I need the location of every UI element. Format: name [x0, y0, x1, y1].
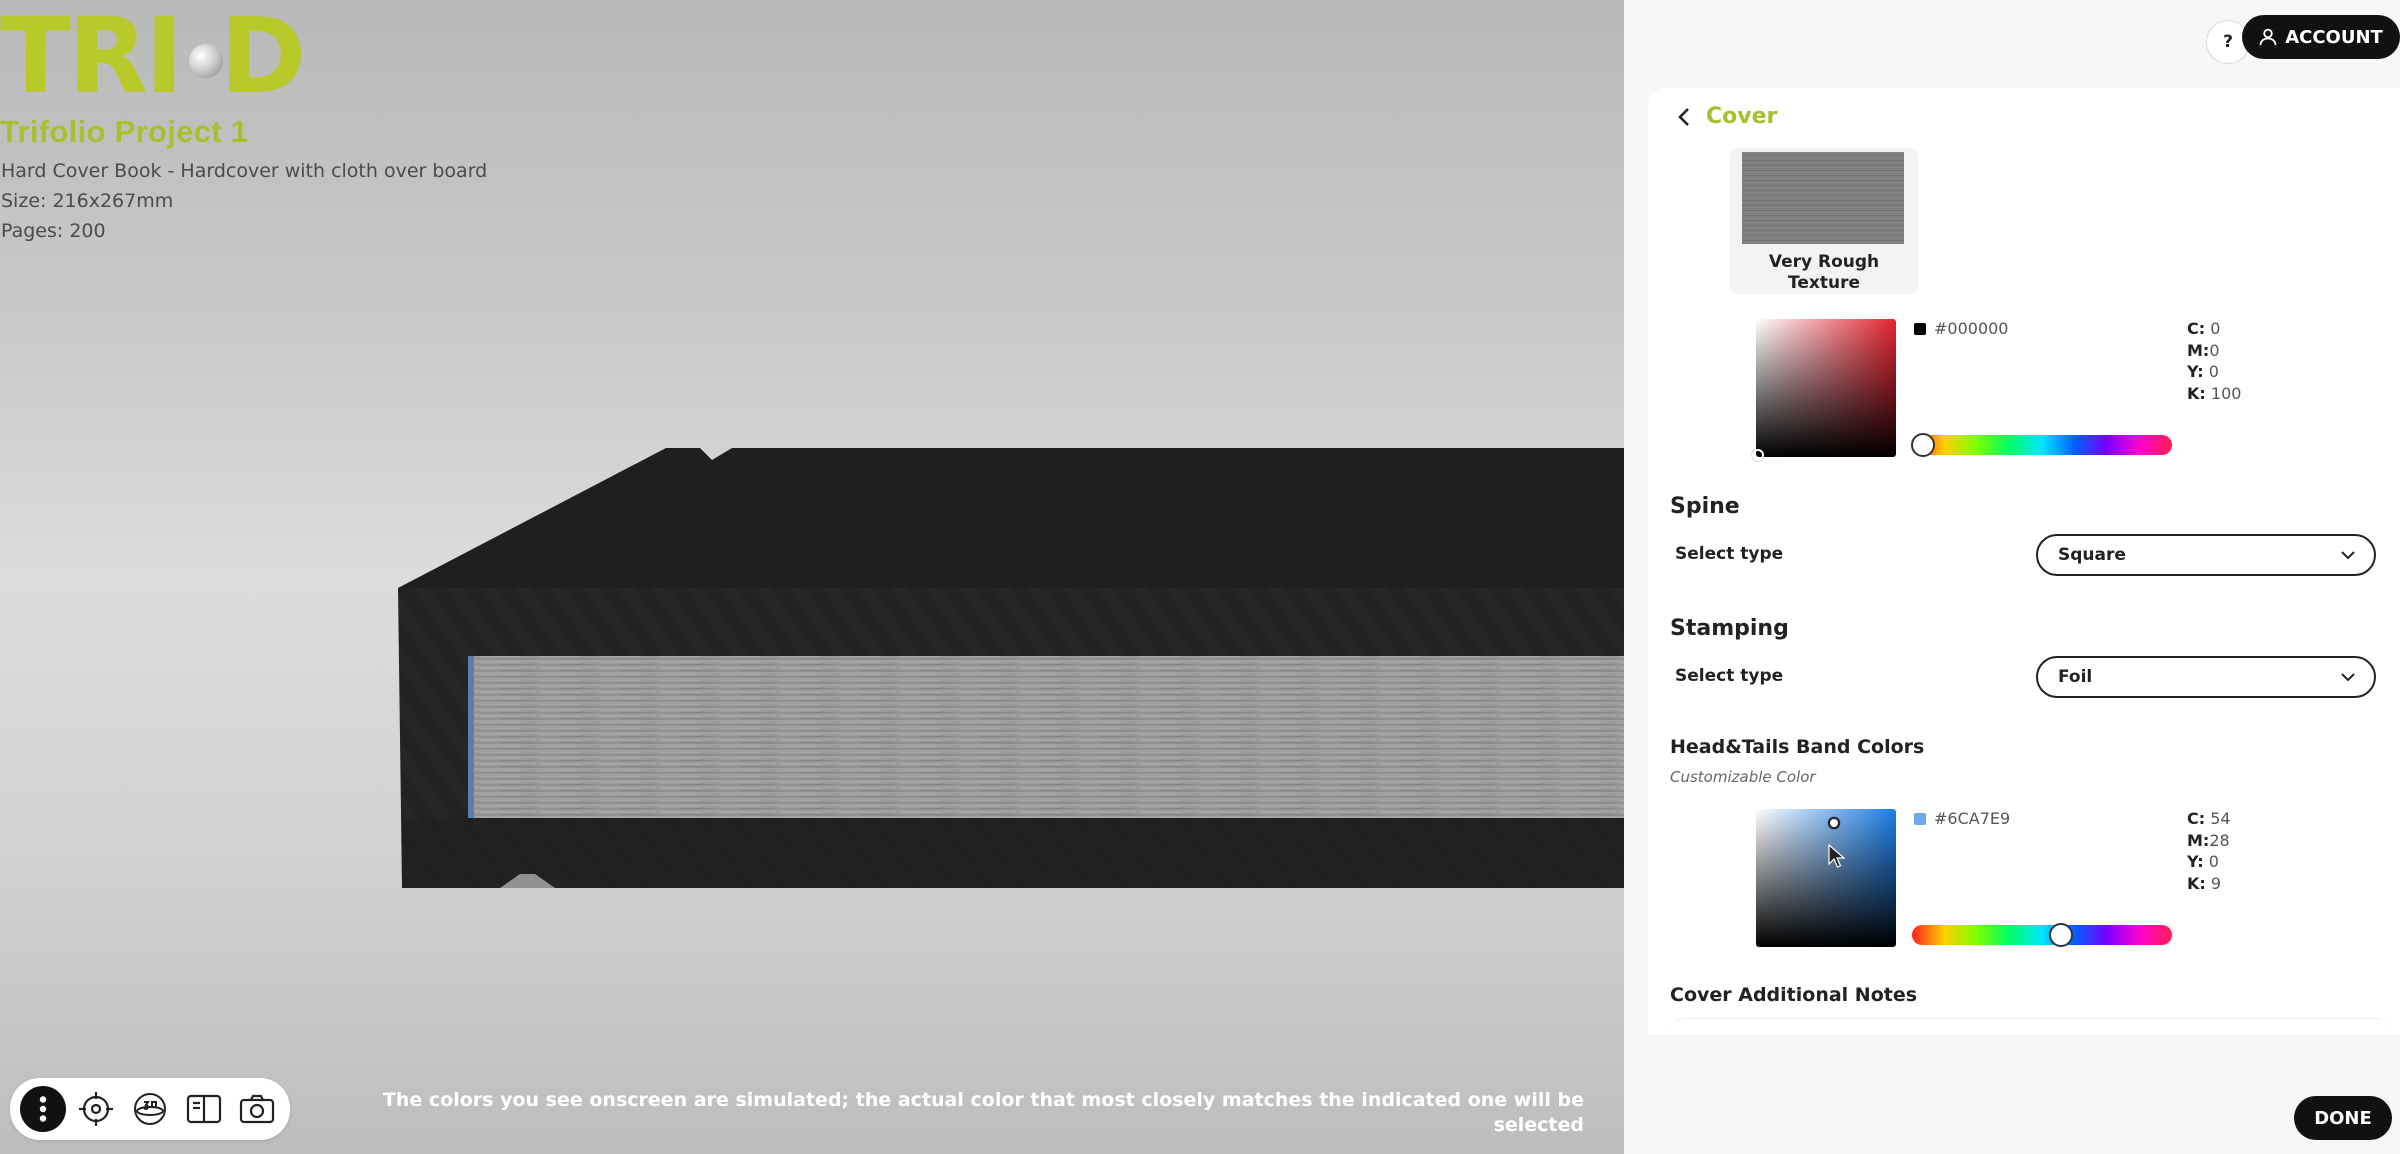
spine-select-value: Square: [2058, 545, 2126, 565]
book-bottom-board: [402, 818, 1624, 888]
band-k-label: K:: [2187, 873, 2206, 893]
book-page-block: [470, 656, 1624, 818]
texture-swatch: [1742, 152, 1904, 244]
band-y-value: 0: [2208, 852, 2219, 871]
band-color-chip: [1914, 812, 1926, 825]
head-tails-heading: Head&Tails Band Colors: [1670, 736, 1925, 758]
back-to-cover[interactable]: Cover: [1678, 104, 1777, 129]
head-tails-note: Customizable Color: [1670, 768, 1816, 786]
texture-option-card[interactable]: Very Rough Texture: [1730, 148, 1918, 294]
band-hue-slider[interactable]: [1912, 923, 2172, 947]
tri-d-logo: TRI D: [0, 0, 330, 117]
open-book-icon: [186, 1094, 221, 1124]
menu-button[interactable]: [20, 1086, 66, 1132]
viewer-toolbar: [10, 1078, 290, 1140]
done-button[interactable]: DONE: [2294, 1096, 2392, 1140]
center-view-button[interactable]: [73, 1086, 120, 1132]
menu-dots-icon: [39, 1096, 46, 1122]
band-c-value: 54: [2210, 809, 2231, 828]
rotate-360-button[interactable]: [127, 1086, 173, 1132]
chevron-down-icon: [2341, 551, 2355, 560]
band-m-label: M:: [2187, 830, 2210, 850]
configuration-panel: ? ACCOUNT Cover Very Rough Texture #0000…: [1624, 0, 2400, 1154]
band-hue-knob[interactable]: [2049, 923, 2074, 947]
cover-y-value: 0: [2208, 362, 2219, 381]
cover-hex-text: #000000: [1934, 319, 2009, 338]
chevron-down-icon: [2341, 673, 2355, 682]
section-title: Cover: [1706, 104, 1778, 129]
band-color-handle[interactable]: [1828, 817, 1840, 829]
band-k-value: 9: [2210, 873, 2222, 893]
band-color-saturation-area[interactable]: [1756, 809, 1896, 947]
band-cmyk-values: C: 54 M:28 Y: 0 K: 9: [2187, 808, 2231, 894]
book-top-cover: [398, 448, 1624, 588]
book-page-edge: [468, 656, 474, 818]
user-icon: [2259, 28, 2277, 46]
account-label: ACCOUNT: [2285, 26, 2383, 48]
cover-m-value: 0: [2209, 340, 2220, 360]
panel-body[interactable]: Cover Very Rough Texture #000000 C: 0 M:…: [1648, 88, 2400, 1034]
band-m-value: 28: [2209, 830, 2230, 850]
texture-label: Very Rough Texture: [1768, 252, 1880, 293]
cover-c-value: 0: [2210, 319, 2221, 338]
cover-k-value: 100: [2210, 383, 2242, 403]
band-hex-text: #6CA7E9: [1934, 809, 2011, 828]
rotate-360-icon: [133, 1093, 166, 1125]
open-book-button[interactable]: [180, 1086, 227, 1132]
cover-color-chip: [1914, 322, 1926, 335]
crosshair-icon: [79, 1092, 114, 1126]
chevron-left-icon[interactable]: [1678, 107, 1690, 127]
cover-hue-slider[interactable]: [1911, 433, 2172, 457]
band-hex-value: #6CA7E9: [1914, 809, 2010, 828]
cover-cmyk-values: C: 0 M:0 Y: 0 K: 100: [2187, 318, 2241, 404]
stamping-select-label: Select type: [1675, 666, 1784, 686]
band-c-label: C:: [2187, 809, 2206, 828]
logo-text-left: TRI: [0, 0, 184, 117]
cover-color-saturation-area[interactable]: [1752, 319, 1896, 461]
cover-color-handle[interactable]: [1752, 449, 1764, 461]
cover-notes-heading: Cover Additional Notes: [1670, 984, 1918, 1006]
camera-icon: [240, 1094, 275, 1124]
product-pages: Pages: 200: [1, 220, 106, 242]
cover-hex-value: #000000: [1914, 319, 2008, 338]
product-size: Size: 216x267mm: [1, 190, 174, 212]
cover-hue-knob[interactable]: [1911, 433, 1935, 457]
spine-type-select[interactable]: Square: [2036, 534, 2376, 576]
band-y-label: Y:: [2187, 852, 2204, 871]
spine-heading: Spine: [1670, 494, 1740, 519]
cover-c-label: C:: [2187, 319, 2206, 338]
cover-y-label: Y:: [2187, 362, 2204, 381]
cover-m-label: M:: [2187, 340, 2210, 360]
3d-viewport[interactable]: TRI D Trifolio Project 1 Hard Cover Book…: [0, 0, 1624, 1154]
logo-text-right: D: [220, 0, 306, 117]
spine-select-label: Select type: [1675, 544, 1784, 564]
stamping-heading: Stamping: [1670, 616, 1789, 641]
stamping-type-select[interactable]: Foil: [2036, 656, 2376, 698]
product-description: Hard Cover Book - Hardcover with cloth o…: [1, 160, 488, 182]
cover-k-label: K:: [2187, 383, 2206, 403]
cover-notes-textarea[interactable]: [1670, 1018, 2390, 1034]
account-button[interactable]: ACCOUNT: [2242, 15, 2400, 59]
mouse-cursor-icon: [1828, 844, 1846, 868]
screenshot-button[interactable]: [234, 1086, 280, 1132]
logo-sphere-icon: [189, 44, 223, 78]
stamping-select-value: Foil: [2058, 667, 2093, 687]
color-disclaimer: The colors you see onscreen are simulate…: [382, 1089, 1584, 1136]
project-title: Trifolio Project 1: [0, 114, 249, 149]
